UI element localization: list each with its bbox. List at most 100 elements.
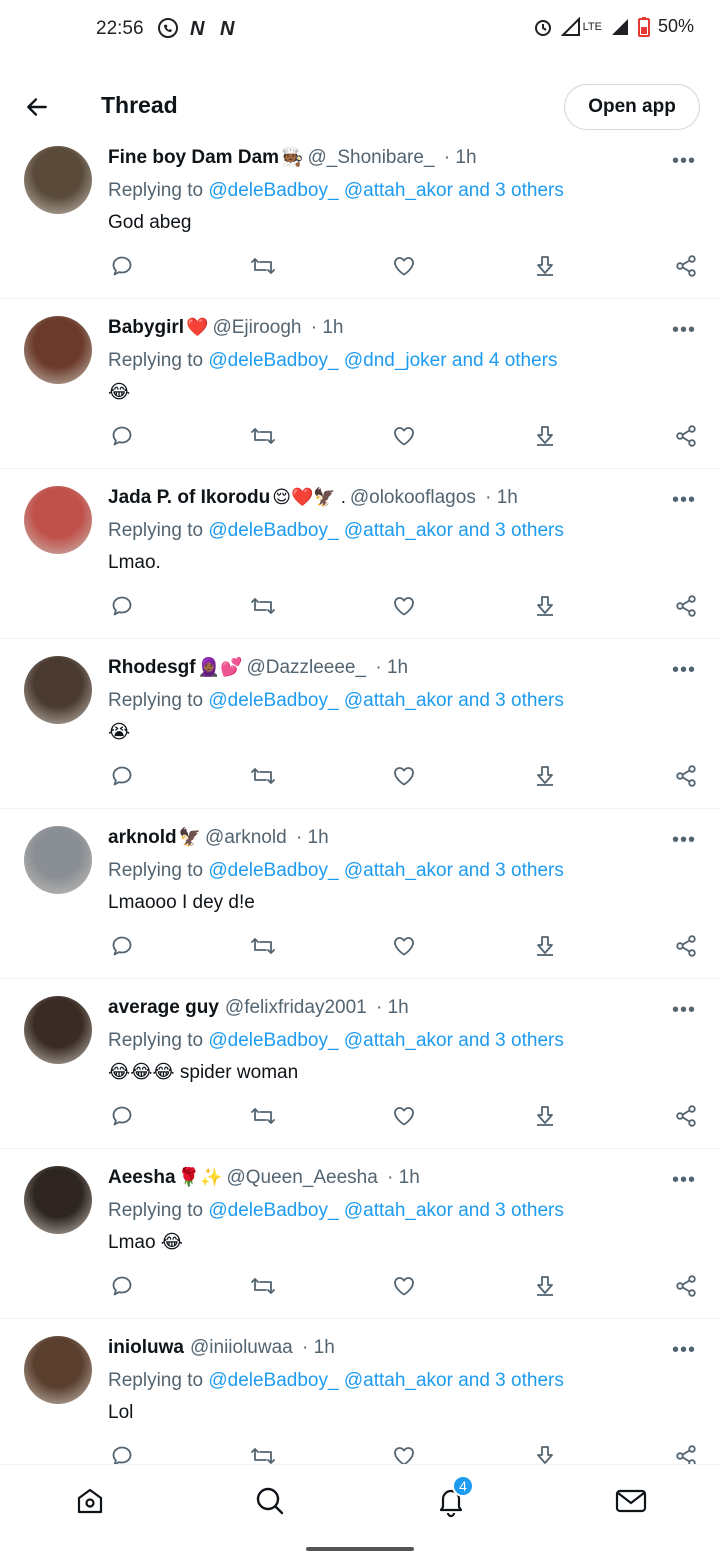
retweet-button[interactable]: [249, 1102, 277, 1130]
mention-link-2[interactable]: @attah_akor: [344, 180, 453, 201]
tweet[interactable]: Fine boy Dam Dam 🧑🏾‍🍳 @_Shonibare_ · 1h Re…: [0, 140, 720, 299]
mention-link-1[interactable]: @deleBadboy_: [208, 690, 338, 711]
mention-link-1[interactable]: @deleBadboy_: [208, 520, 338, 541]
like-button[interactable]: [390, 762, 418, 790]
user-handle[interactable]: @olokooflagos: [350, 487, 476, 508]
tweet[interactable]: inioluwa @iniioluwaa · 1h Replying to @de…: [0, 1319, 720, 1464]
gesture-bar[interactable]: [306, 1547, 414, 1551]
like-button[interactable]: [390, 1102, 418, 1130]
mention-link-1[interactable]: @deleBadboy_: [208, 860, 338, 881]
like-button[interactable]: [390, 252, 418, 280]
user-handle[interactable]: @Ejiroogh: [212, 317, 301, 338]
retweet-button[interactable]: [249, 1442, 277, 1464]
reply-button[interactable]: [108, 1442, 136, 1464]
share-button[interactable]: [672, 252, 700, 280]
retweet-button[interactable]: [249, 592, 277, 620]
more-options-icon[interactable]: •••: [672, 489, 696, 512]
reply-button[interactable]: [108, 1102, 136, 1130]
more-options-icon[interactable]: •••: [672, 319, 696, 342]
download-button[interactable]: [531, 1272, 559, 1300]
avatar[interactable]: [24, 826, 92, 894]
user-handle[interactable]: @felixfriday2001: [225, 997, 367, 1018]
share-button[interactable]: [672, 1272, 700, 1300]
download-button[interactable]: [531, 252, 559, 280]
nav-messages[interactable]: [613, 1483, 649, 1519]
display-name[interactable]: arknold: [108, 827, 177, 848]
download-button[interactable]: [531, 932, 559, 960]
retweet-button[interactable]: [249, 762, 277, 790]
display-name[interactable]: Jada P. of Ikorodu: [108, 487, 270, 508]
display-name[interactable]: average guy: [108, 997, 219, 1018]
display-name[interactable]: Fine boy Dam Dam: [108, 147, 279, 168]
avatar[interactable]: [24, 486, 92, 554]
tweet[interactable]: Babygirl ❤️ @Ejiroogh · 1h Replying to @de…: [0, 299, 720, 469]
download-button[interactable]: [531, 1442, 559, 1464]
tweet[interactable]: arknold 🦅 @arknold · 1h Replying to @deleB…: [0, 809, 720, 979]
mention-link-2[interactable]: @attah_akor: [344, 1200, 453, 1221]
avatar[interactable]: [24, 1166, 92, 1234]
download-button[interactable]: [531, 422, 559, 450]
others-link[interactable]: and 3 others: [458, 520, 564, 541]
mention-link-2[interactable]: @attah_akor: [344, 520, 453, 541]
mention-link-2[interactable]: @attah_akor: [344, 1030, 453, 1051]
reply-button[interactable]: [108, 252, 136, 280]
share-button[interactable]: [672, 422, 700, 450]
like-button[interactable]: [390, 422, 418, 450]
nav-home[interactable]: [72, 1483, 108, 1519]
more-options-icon[interactable]: •••: [672, 150, 696, 173]
tweet[interactable]: Aeesha 🌹✨ @Queen_Aeesha · 1h Replying to @…: [0, 1149, 720, 1319]
reply-button[interactable]: [108, 762, 136, 790]
download-button[interactable]: [531, 1102, 559, 1130]
more-options-icon[interactable]: •••: [672, 829, 696, 852]
reply-button[interactable]: [108, 422, 136, 450]
mention-link-1[interactable]: @deleBadboy_: [208, 1200, 338, 1221]
more-options-icon[interactable]: •••: [672, 999, 696, 1022]
retweet-button[interactable]: [249, 252, 277, 280]
retweet-button[interactable]: [249, 932, 277, 960]
share-button[interactable]: [672, 592, 700, 620]
like-button[interactable]: [390, 592, 418, 620]
others-link[interactable]: and 3 others: [458, 690, 564, 711]
user-handle[interactable]: @Queen_Aeesha: [226, 1167, 377, 1188]
share-button[interactable]: [672, 932, 700, 960]
nav-search[interactable]: [252, 1483, 288, 1519]
others-link[interactable]: and 3 others: [458, 1030, 564, 1051]
user-handle[interactable]: @arknold: [205, 827, 287, 848]
user-handle[interactable]: @iniioluwaa: [190, 1337, 293, 1358]
avatar[interactable]: [24, 316, 92, 384]
reply-button[interactable]: [108, 592, 136, 620]
tweet[interactable]: average guy @felixfriday2001 · 1h Replyin…: [0, 979, 720, 1149]
reply-button[interactable]: [108, 932, 136, 960]
mention-link-2[interactable]: @attah_akor: [344, 860, 453, 881]
avatar[interactable]: [24, 656, 92, 724]
display-name[interactable]: Rhodesgf: [108, 657, 196, 678]
share-button[interactable]: [672, 1102, 700, 1130]
display-name[interactable]: Babygirl: [108, 317, 184, 338]
open-app-button[interactable]: Open app: [564, 84, 700, 130]
retweet-button[interactable]: [249, 1272, 277, 1300]
mention-link-2[interactable]: @attah_akor: [344, 690, 453, 711]
mention-link-2[interactable]: @dnd_joker: [344, 350, 447, 371]
share-button[interactable]: [672, 1442, 700, 1464]
others-link[interactable]: and 4 others: [452, 350, 558, 371]
avatar[interactable]: [24, 1336, 92, 1404]
avatar[interactable]: [24, 146, 92, 214]
more-options-icon[interactable]: •••: [672, 659, 696, 682]
user-handle[interactable]: @_Shonibare_: [307, 147, 434, 168]
tweet[interactable]: Rhodesgf 🧕🏾💕 @Dazzleeee_ · 1h Replying to …: [0, 639, 720, 809]
display-name[interactable]: inioluwa: [108, 1337, 184, 1358]
download-button[interactable]: [531, 592, 559, 620]
like-button[interactable]: [390, 932, 418, 960]
download-button[interactable]: [531, 762, 559, 790]
others-link[interactable]: and 3 others: [458, 1370, 564, 1391]
reply-button[interactable]: [108, 1272, 136, 1300]
mention-link-1[interactable]: @deleBadboy_: [208, 180, 338, 201]
others-link[interactable]: and 3 others: [458, 180, 564, 201]
like-button[interactable]: [390, 1442, 418, 1464]
avatar[interactable]: [24, 996, 92, 1064]
others-link[interactable]: and 3 others: [458, 860, 564, 881]
mention-link-1[interactable]: @deleBadboy_: [208, 1030, 338, 1051]
mention-link-1[interactable]: @deleBadboy_: [208, 1370, 338, 1391]
others-link[interactable]: and 3 others: [458, 1200, 564, 1221]
more-options-icon[interactable]: •••: [672, 1169, 696, 1192]
